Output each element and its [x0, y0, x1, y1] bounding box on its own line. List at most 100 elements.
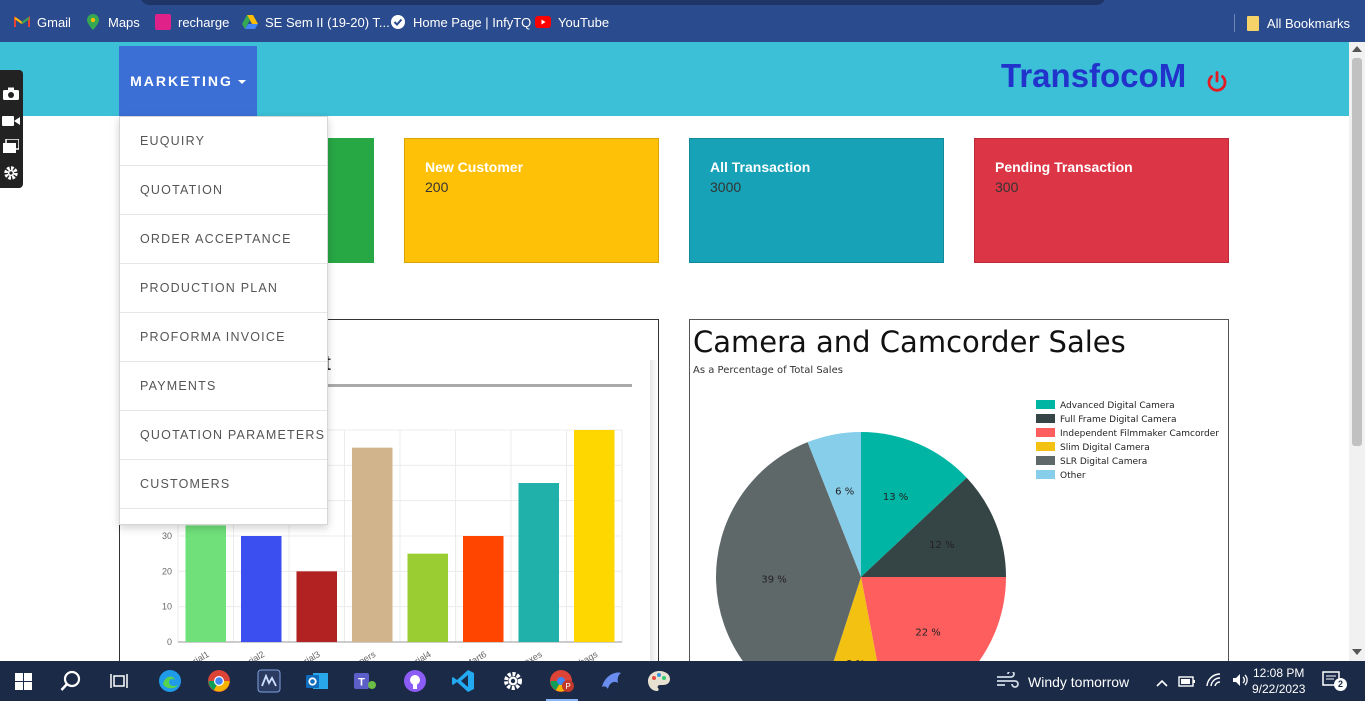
bookmark-infytq[interactable]: Home Page | InfyTQ	[390, 14, 531, 30]
system-tray	[1156, 673, 1250, 690]
menu-item-label: CUSTOMERS	[140, 477, 231, 491]
weather-text: Windy tomorrow	[1028, 673, 1130, 690]
wifi-icon[interactable]	[1206, 673, 1222, 690]
marketing-dropdown: EUQUIRY QUOTATION ORDER ACCEPTANCE PRODU…	[119, 116, 328, 525]
bar	[296, 571, 338, 642]
brand-logo-text: TransfocoM	[1001, 57, 1187, 94]
chrome-profile-icon[interactable]: P	[549, 669, 575, 693]
y-tick-label: 0	[167, 637, 172, 647]
legend-swatch	[1036, 442, 1055, 451]
menu-item-order-acceptance[interactable]: ORDER ACCEPTANCE	[120, 215, 327, 264]
chrome-icon[interactable]	[206, 669, 232, 693]
pie-slice-label: 39 %	[761, 575, 786, 586]
scrollbar-thumb[interactable]	[1352, 58, 1362, 446]
bookmark-youtube[interactable]: YouTube	[535, 14, 609, 30]
power-icon[interactable]	[1205, 70, 1229, 99]
marketing-menu-label: MARKETING	[130, 73, 233, 89]
legend-swatch	[1036, 456, 1055, 465]
menu-item-euquiry[interactable]: EUQUIRY	[120, 117, 327, 166]
code-editor-icon[interactable]	[256, 669, 282, 693]
chevron-up-icon[interactable]	[1156, 674, 1168, 690]
scroll-down-icon[interactable]	[1352, 649, 1362, 655]
menu-item-label: ORDER ACCEPTANCE	[140, 232, 292, 246]
bookmark-label: Maps	[108, 14, 140, 30]
edge-icon[interactable]	[157, 669, 183, 693]
card-title: Pending Transaction	[995, 159, 1133, 175]
pie-slice-label: 22 %	[915, 627, 940, 638]
windows-start-icon[interactable]	[10, 669, 36, 693]
capture-toolbar	[0, 70, 23, 188]
menu-item-customers[interactable]: CUSTOMERS	[120, 460, 327, 509]
y-tick-label: 20	[162, 566, 172, 576]
wind-icon	[996, 670, 1020, 691]
card-value: 200	[425, 179, 449, 195]
vscode-icon[interactable]	[450, 669, 476, 693]
card-all-transaction: All Transaction 3000	[689, 138, 944, 263]
bookmark-gmail[interactable]: Gmail	[14, 14, 71, 30]
drive-icon	[242, 14, 258, 30]
pie-chart: 13 %12 %22 %8 %39 %6 %Advanced Digital C…	[716, 400, 1219, 678]
card-title: New Customer	[425, 159, 524, 175]
weather-widget[interactable]: Windy tomorrow	[996, 670, 1130, 691]
tataplay-icon	[155, 14, 171, 30]
bookmark-label: recharge	[178, 14, 230, 30]
pie-slice-label: 13 %	[883, 492, 908, 503]
dolphin-app-icon[interactable]	[598, 669, 624, 693]
folder-icon	[1246, 15, 1259, 31]
github-icon[interactable]	[402, 669, 428, 693]
menu-item-quotation-parameters[interactable]: QUOTATION PARAMETERS	[120, 411, 327, 460]
bookmark-recharge[interactable]: recharge	[155, 14, 229, 30]
camera-icon[interactable]	[2, 84, 20, 102]
bar	[407, 553, 449, 642]
bookmark-se-sem[interactable]: SE Sem II (19-20) T...	[242, 14, 390, 30]
card-value: 3000	[710, 179, 742, 195]
gear-icon[interactable]	[2, 164, 20, 182]
app-header: MARKETING TransfocoM	[0, 42, 1349, 116]
menu-item-label: PRODUCTION PLAN	[140, 281, 279, 295]
infytq-icon	[390, 14, 406, 30]
bar	[518, 483, 560, 642]
all-bookmarks-label: All Bookmarks	[1266, 15, 1350, 31]
notification-icon[interactable]: 2	[1322, 670, 1347, 692]
settings-gear-icon[interactable]	[500, 669, 526, 693]
battery-icon[interactable]	[1178, 674, 1196, 690]
menu-item-label: PAYMENTS	[140, 379, 217, 393]
menu-item-label: QUOTATION PARAMETERS	[140, 428, 326, 442]
menu-item-production-plan[interactable]: PRODUCTION PLAN	[120, 264, 327, 313]
legend-swatch	[1036, 428, 1055, 437]
card-title: All Transaction	[710, 159, 811, 175]
card-pending-transaction: Pending Transaction 300	[974, 138, 1229, 263]
bar	[240, 536, 282, 642]
y-tick-label: 10	[162, 602, 172, 612]
clock-time: 12:08 PM	[1253, 666, 1305, 680]
legend-label: Other	[1060, 471, 1086, 481]
clock[interactable]: 12:08 PM 9/22/2023	[1252, 665, 1305, 697]
bar	[462, 536, 504, 642]
menu-item-label: PROFORMA INVOICE	[140, 330, 286, 344]
menu-item-quotation[interactable]: QUOTATION	[120, 166, 327, 215]
bookmark-label: YouTube	[558, 14, 610, 30]
y-tick-label: 30	[162, 531, 172, 541]
paint-icon[interactable]	[646, 669, 672, 693]
bar	[185, 525, 227, 642]
all-bookmarks[interactable]: All Bookmarks	[1233, 14, 1350, 32]
bookmark-label: SE Sem II (19-20) T...	[265, 14, 390, 30]
windows-icon[interactable]	[2, 137, 20, 155]
menu-item-proforma-invoice[interactable]: PROFORMA INVOICE	[120, 313, 327, 362]
bookmark-maps[interactable]: Maps	[85, 14, 140, 30]
legend-label: Slim Digital Camera	[1060, 443, 1150, 453]
caret-down-icon	[237, 80, 246, 84]
outlook-icon[interactable]	[304, 669, 330, 693]
speaker-icon[interactable]	[1232, 673, 1250, 690]
svg-text:P: P	[565, 682, 570, 691]
video-camera-icon[interactable]	[2, 112, 20, 130]
scroll-up-icon[interactable]	[1352, 46, 1362, 52]
search-icon[interactable]	[58, 669, 84, 693]
gmail-icon	[14, 14, 30, 30]
divider	[1233, 14, 1235, 32]
task-view-icon[interactable]	[106, 669, 132, 693]
menu-item-payments[interactable]: PAYMENTS	[120, 362, 327, 411]
marketing-menu-toggle[interactable]: MARKETING	[119, 46, 257, 116]
legend-swatch	[1036, 400, 1055, 409]
teams-icon[interactable]: T	[352, 669, 378, 693]
